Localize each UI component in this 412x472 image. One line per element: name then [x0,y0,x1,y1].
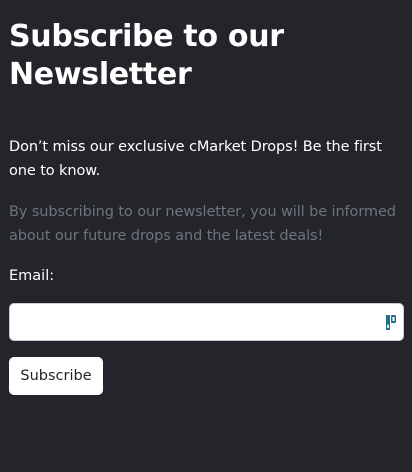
title-line-2: Newsletter [9,57,192,92]
email-field[interactable] [10,304,370,340]
password-manager-icon[interactable] [386,315,397,330]
email-label: Email: [9,268,55,284]
newsletter-description: By subscribing to our newsletter, you wi… [9,204,396,244]
email-field-container [9,303,404,341]
subscribe-button[interactable]: Subscribe [9,357,103,395]
newsletter-lead: Don’t miss our exclusive cMarket Drops! … [9,139,382,179]
title-line-1: Subscribe to our [9,19,284,54]
newsletter-title: Subscribe to our Newsletter [9,18,406,94]
